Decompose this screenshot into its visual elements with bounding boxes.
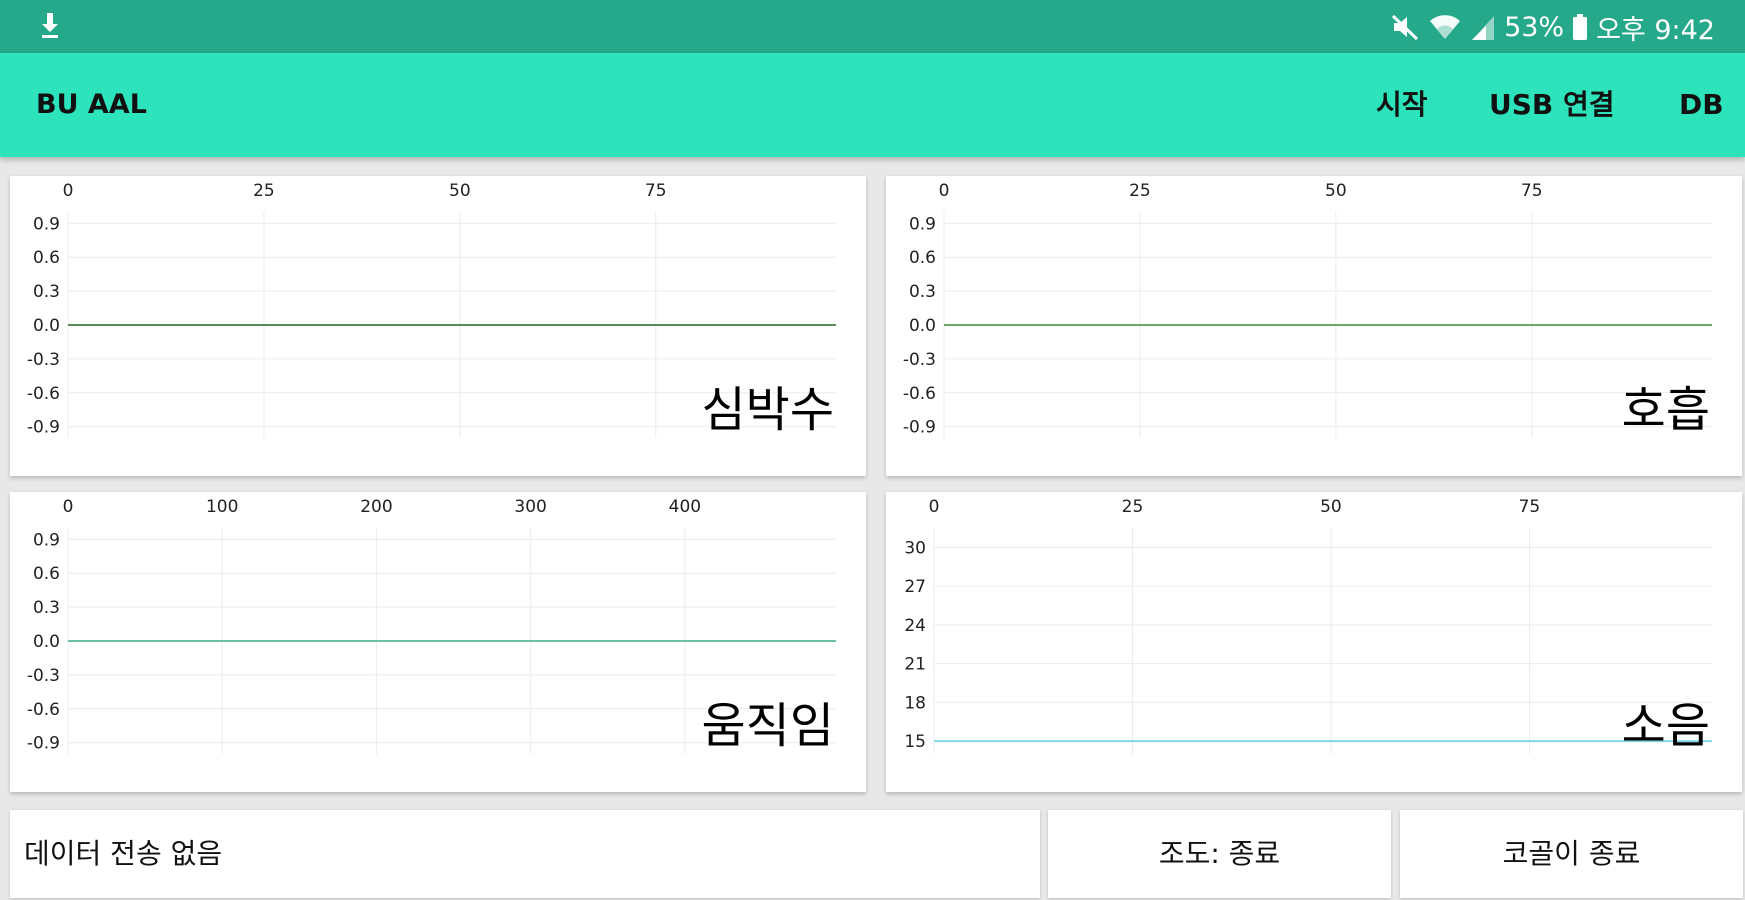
y-tick-label: -0.9 [27, 734, 60, 754]
y-tick-label: -0.6 [903, 384, 936, 404]
mute-icon [1392, 14, 1419, 41]
y-tick-label: 30 [904, 538, 926, 558]
usb-connect-button[interactable]: USB 연결 [1489, 53, 1615, 157]
x-tick-label: 75 [645, 181, 667, 201]
chart-title: 호흡 [1622, 382, 1710, 438]
y-tick-label: 0.9 [33, 214, 60, 234]
y-tick-label: -0.6 [27, 700, 60, 720]
y-tick-label: -0.6 [27, 384, 60, 404]
data-transfer-status: 데이터 전송 없음 [10, 810, 1040, 898]
x-tick-label: 400 [669, 497, 701, 517]
x-tick-label: 0 [939, 181, 950, 201]
y-tick-label: 0.3 [33, 282, 60, 302]
y-tick-label: 0.0 [33, 632, 60, 652]
battery-percent: 53% [1504, 11, 1565, 43]
x-tick-label: 25 [253, 181, 275, 201]
x-tick-label: 0 [929, 497, 940, 517]
y-tick-label: 18 [904, 693, 926, 713]
snoring-toggle-button[interactable]: 코골이 종료 [1400, 810, 1743, 898]
x-tick-label: 25 [1122, 497, 1144, 517]
y-tick-label: 0.6 [909, 248, 936, 268]
respiration-chart: 0 25 50 75 0.9 0.6 0.3 0.0 -0.3 -0.6 -0.9 호흡 [886, 176, 1742, 476]
y-tick-label: 15 [904, 732, 926, 752]
y-tick-label: 0.3 [909, 282, 936, 302]
db-button[interactable]: DB [1679, 53, 1724, 157]
app-title: BU AAL [36, 89, 147, 120]
x-tick-label: 0 [63, 181, 74, 201]
app-bar: BU AAL 시작 USB 연결 DB [0, 53, 1745, 157]
heart-rate-chart: 0 25 50 75 0.9 0.6 0.3 0.0 -0.3 -0.6 -0.9 심박수 [10, 176, 866, 476]
chart-title: 심박수 [702, 382, 834, 438]
y-tick-label: 21 [904, 655, 926, 675]
y-tick-label: -0.9 [27, 418, 60, 438]
noise-chart: 0 25 50 75 30 27 24 21 18 15 소음 [886, 492, 1742, 792]
noise-chart-svg: 0 25 50 75 30 27 24 21 18 15 소음 [904, 497, 1712, 754]
movement-chart: 0 100 200 300 400 0.9 0.6 0.3 0.0 -0.3 -0.6 -0.9 움직임 [10, 492, 866, 792]
y-tick-label: -0.9 [903, 418, 936, 438]
y-tick-label: 0.6 [33, 248, 60, 268]
x-tick-label: 75 [1519, 497, 1541, 517]
movement-chart-svg: 0 100 200 300 400 0.9 0.6 0.3 0.0 -0.3 -0.6 -0.9 움직임 [27, 497, 836, 754]
x-tick-label: 50 [1320, 497, 1342, 517]
y-tick-label: 27 [904, 577, 926, 597]
signal-icon [1472, 16, 1495, 40]
download-icon [42, 13, 58, 38]
clock: 오후 9:42 [1596, 14, 1715, 46]
x-tick-label: 50 [1325, 181, 1347, 201]
x-tick-label: 50 [449, 181, 471, 201]
status-bar: 53% 오후 9:42 [0, 0, 1745, 53]
y-tick-label: -0.3 [27, 666, 60, 686]
y-tick-label: 0.0 [909, 316, 936, 336]
x-tick-label: 0 [63, 497, 74, 517]
y-tick-label: 0.6 [33, 564, 60, 584]
x-tick-label: 25 [1129, 181, 1151, 201]
illuminance-toggle-button[interactable]: 조도: 종료 [1048, 810, 1391, 898]
heart-rate-chart-svg: 0 25 50 75 0.9 0.6 0.3 0.0 -0.3 -0.6 -0.9 심박수 [27, 181, 836, 438]
chart-title: 소음 [1622, 698, 1710, 754]
respiration-chart-svg: 0 25 50 75 0.9 0.6 0.3 0.0 -0.3 -0.6 -0.9 호흡 [903, 181, 1712, 438]
x-tick-label: 100 [206, 497, 238, 517]
y-tick-label: -0.3 [903, 350, 936, 370]
y-tick-label: 24 [904, 616, 926, 636]
y-tick-label: 0.9 [33, 530, 60, 550]
battery-icon [1573, 14, 1588, 40]
y-tick-label: -0.3 [27, 350, 60, 370]
y-tick-label: 0.3 [33, 598, 60, 618]
chart-title: 움직임 [702, 698, 834, 754]
x-tick-label: 200 [360, 497, 392, 517]
wifi-icon [1430, 15, 1461, 39]
x-tick-label: 75 [1521, 181, 1543, 201]
x-tick-label: 300 [514, 497, 546, 517]
y-tick-label: 0.0 [33, 316, 60, 336]
y-tick-label: 0.9 [909, 214, 936, 234]
start-button[interactable]: 시작 [1376, 53, 1428, 157]
